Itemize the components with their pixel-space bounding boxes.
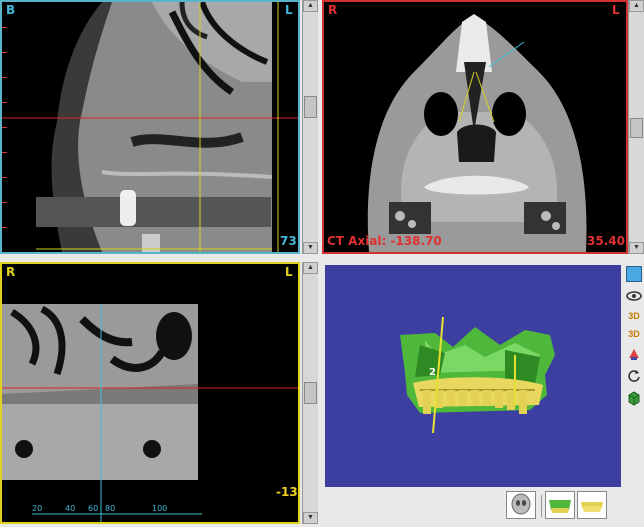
ruler-label: 20 bbox=[32, 504, 43, 513]
orientation-label-right: L bbox=[285, 3, 293, 17]
ruler-label: 100 bbox=[152, 504, 168, 513]
ruler-tick bbox=[2, 127, 7, 128]
ruler-tick bbox=[2, 102, 7, 103]
slice-value: 73 bbox=[280, 234, 297, 248]
ruler-label: 40 bbox=[65, 504, 76, 513]
model-3d-panel: 2 3D 3D bbox=[322, 262, 644, 527]
eye-icon[interactable] bbox=[626, 288, 642, 304]
model-3d-view[interactable]: 2 bbox=[325, 265, 621, 487]
mandible-view-button[interactable] bbox=[577, 491, 607, 519]
axial-view[interactable]: R L CT Axial: -138.70 35.40 bbox=[322, 0, 628, 254]
separator bbox=[541, 495, 542, 517]
axial-caption: CT Axial: -138.70 bbox=[327, 234, 442, 248]
scroll-down-arrow[interactable]: ▼ bbox=[629, 242, 644, 254]
scroll-up-arrow[interactable]: ▲ bbox=[629, 0, 644, 12]
ruler-tick bbox=[2, 152, 7, 153]
ruler-tick bbox=[2, 27, 7, 28]
scroll-thumb[interactable] bbox=[630, 118, 643, 138]
3d-rotate-icon[interactable]: 3D bbox=[626, 326, 642, 342]
skull-view-button[interactable] bbox=[506, 491, 536, 519]
scroll-thumb[interactable] bbox=[304, 382, 317, 404]
coronal-scrollbar[interactable]: ▲ ▼ bbox=[302, 262, 318, 524]
jaw-3d-model bbox=[400, 316, 555, 434]
scroll-up-arrow[interactable]: ▲ bbox=[303, 0, 318, 12]
scroll-down-arrow[interactable]: ▼ bbox=[303, 512, 318, 524]
orientation-label-right: L bbox=[612, 3, 620, 17]
ruler-tick bbox=[2, 177, 7, 178]
orientation-label-left: R bbox=[6, 265, 16, 279]
coronal-ct-image bbox=[2, 264, 298, 522]
3d-view-icon[interactable]: 3D bbox=[626, 308, 642, 324]
maxilla-view-button[interactable] bbox=[545, 491, 575, 519]
orientation-label-left: R bbox=[328, 3, 338, 17]
scroll-thumb[interactable] bbox=[304, 96, 317, 118]
cube-icon[interactable] bbox=[626, 390, 642, 406]
display-icon[interactable] bbox=[626, 266, 642, 282]
paint-icon[interactable] bbox=[626, 346, 642, 362]
slice-value: -13 bbox=[276, 485, 298, 499]
orientation-label-left: B bbox=[6, 3, 16, 17]
sagittal-view[interactable]: B L 73 bbox=[0, 0, 300, 254]
coronal-view[interactable]: R L -13 20 40 60 80 100 bbox=[0, 262, 300, 524]
ruler-tick bbox=[2, 52, 7, 53]
sagittal-ct-image bbox=[2, 2, 298, 252]
ruler-tick bbox=[2, 77, 7, 78]
scroll-up-arrow[interactable]: ▲ bbox=[303, 262, 318, 274]
ruler-label: 60 bbox=[88, 504, 99, 513]
ruler-tick bbox=[2, 202, 7, 203]
axial-scrollbar[interactable]: ▲ ▼ bbox=[628, 0, 644, 254]
sagittal-scrollbar[interactable]: ▲ ▼ bbox=[302, 0, 318, 254]
ruler-label: 80 bbox=[105, 504, 116, 513]
axial-value: 35.40 bbox=[587, 234, 625, 248]
implant-number: 2 bbox=[429, 367, 436, 378]
orientation-label-right: L bbox=[285, 265, 293, 279]
axial-ct-image bbox=[324, 2, 626, 252]
refresh-icon[interactable] bbox=[626, 368, 642, 384]
ruler-tick bbox=[2, 227, 7, 228]
scroll-down-arrow[interactable]: ▼ bbox=[303, 242, 318, 254]
